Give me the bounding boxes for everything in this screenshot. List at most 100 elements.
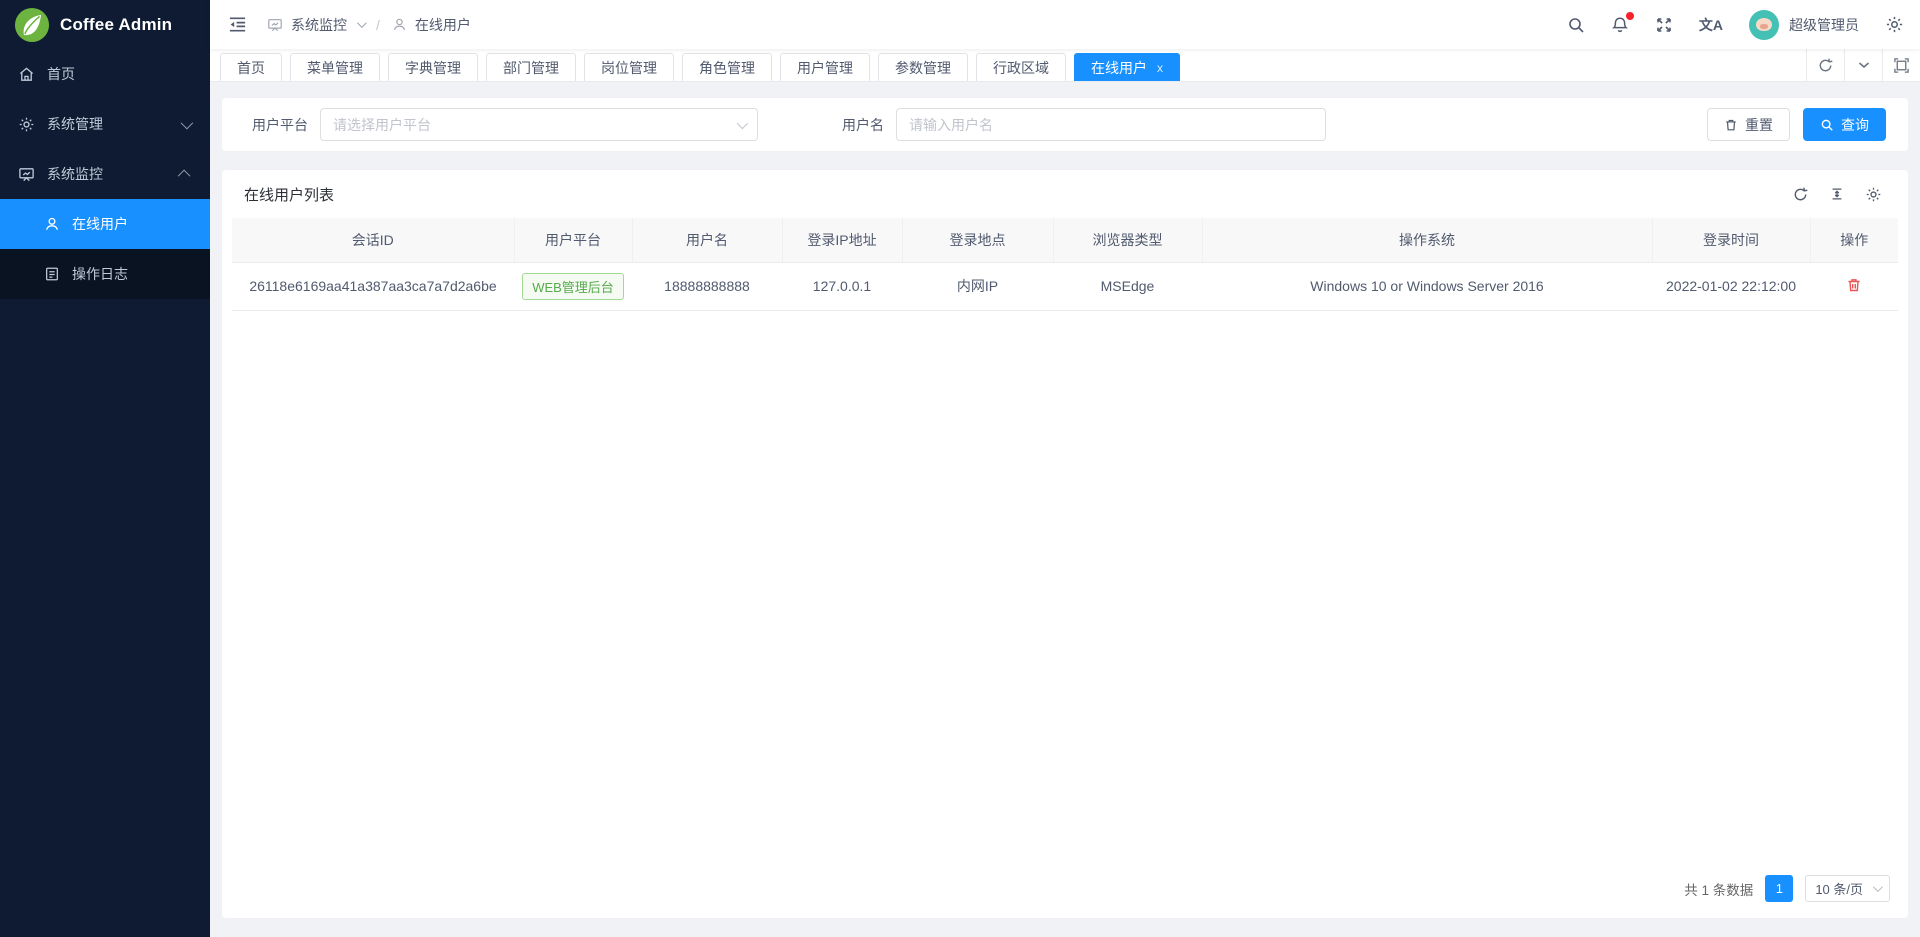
breadcrumb-parent[interactable]: 系统监控	[291, 15, 347, 35]
platform-label: 用户平台	[252, 115, 308, 135]
search-button-label: 查询	[1841, 115, 1869, 135]
col-login-location: 登录地点	[902, 218, 1053, 262]
notification-badge	[1626, 12, 1634, 20]
sidebar-submenu: 在线用户 操作日志	[0, 199, 210, 299]
avatar	[1749, 10, 1779, 40]
online-user-table: 会话ID 用户平台 用户名 登录IP地址 登录地点 浏览器类型 操作系统 登录时…	[222, 218, 1908, 311]
username-label: 用户名	[842, 115, 884, 135]
page-size-select[interactable]: 10 条/页	[1805, 875, 1890, 902]
online-user-list-card: 在线用户列表	[222, 170, 1908, 918]
platform-select-placeholder: 请选择用户平台	[333, 115, 431, 135]
app-title: Coffee Admin	[60, 15, 172, 35]
user-menu[interactable]: 超级管理员	[1749, 10, 1859, 40]
log-icon	[44, 266, 60, 282]
tab-parameter-management[interactable]: 参数管理	[878, 53, 968, 81]
sidebar-item-online-user[interactable]: 在线用户	[0, 199, 210, 249]
settings-gear-icon[interactable]	[1885, 15, 1904, 34]
cell-os: Windows 10 or Windows Server 2016	[1202, 262, 1652, 310]
close-tab-icon[interactable]: x	[1157, 61, 1163, 75]
fullscreen-icon[interactable]	[1655, 16, 1673, 34]
refresh-tabs-icon[interactable]	[1806, 49, 1844, 81]
tab-bar: 首页 菜单管理 字典管理 部门管理 岗位管理 角色管理 用户管理 参数管理 行政…	[210, 49, 1920, 82]
col-os: 操作系统	[1202, 218, 1652, 262]
card-header: 在线用户列表	[222, 170, 1908, 218]
platform-select[interactable]: 请选择用户平台	[320, 108, 758, 141]
main-area: 系统监控 / 在线用户 文A	[210, 0, 1920, 937]
tab-label: 岗位管理	[601, 58, 657, 78]
breadcrumb: 系统监控 / 在线用户	[267, 15, 471, 35]
chevron-up-icon	[178, 169, 191, 182]
translate-icon[interactable]: 文A	[1699, 15, 1723, 35]
tab-administrative-region[interactable]: 行政区域	[976, 53, 1066, 81]
tab-menu-management[interactable]: 菜单管理	[290, 53, 380, 81]
col-username: 用户名	[632, 218, 782, 262]
user-name: 超级管理员	[1789, 15, 1859, 35]
refresh-icon[interactable]	[1792, 186, 1809, 203]
maximize-content-icon[interactable]	[1882, 49, 1920, 81]
table-row: 26118e6169aa41a387aa3ca7a7d2a6be WEB管理后台…	[232, 262, 1898, 310]
sidebar-item-operation-log[interactable]: 操作日志	[0, 249, 210, 299]
column-settings-gear-icon[interactable]	[1865, 186, 1882, 203]
sidebar-item-label: 首页	[47, 64, 190, 84]
search-button[interactable]: 查询	[1803, 108, 1886, 141]
tabs-dropdown-icon[interactable]	[1844, 49, 1882, 81]
collapse-sidebar-icon[interactable]	[228, 15, 247, 34]
breadcrumb-separator: /	[376, 17, 380, 33]
sidebar-item-system-management[interactable]: 系统管理	[0, 99, 210, 149]
sidebar-item-label: 在线用户	[72, 214, 128, 234]
chevron-down-icon	[357, 18, 367, 28]
logo: Coffee Admin	[0, 0, 210, 49]
col-login-time: 登录时间	[1652, 218, 1810, 262]
col-login-ip: 登录IP地址	[782, 218, 902, 262]
cell-username: 18888888888	[632, 262, 782, 310]
col-browser: 浏览器类型	[1053, 218, 1202, 262]
cell-login-location: 内网IP	[902, 262, 1053, 310]
tab-dictionary-management[interactable]: 字典管理	[388, 53, 478, 81]
sidebar-item-system-monitor[interactable]: 系统监控	[0, 149, 210, 199]
header-actions: 文A 超级管理员	[1567, 10, 1904, 40]
pagination: 共 1 条数据 1 10 条/页	[222, 875, 1908, 918]
breadcrumb-current: 在线用户	[415, 15, 471, 35]
trash-icon	[1724, 118, 1738, 132]
tab-label: 字典管理	[405, 58, 461, 78]
username-input[interactable]	[896, 108, 1326, 141]
reset-button[interactable]: 重置	[1707, 108, 1790, 141]
sidebar-item-home[interactable]: 首页	[0, 49, 210, 99]
platform-tag: WEB管理后台	[522, 273, 624, 300]
tab-online-user[interactable]: 在线用户 x	[1074, 53, 1180, 81]
row-density-icon[interactable]	[1829, 186, 1845, 202]
tab-controls	[1806, 49, 1920, 81]
table-header-row: 会话ID 用户平台 用户名 登录IP地址 登录地点 浏览器类型 操作系统 登录时…	[232, 218, 1898, 262]
search-icon[interactable]	[1567, 16, 1585, 34]
tab-post-management[interactable]: 岗位管理	[584, 53, 674, 81]
tab-label: 用户管理	[797, 58, 853, 78]
sidebar-item-label: 系统监控	[47, 164, 169, 184]
content-area: 用户平台 请选择用户平台 用户名 重置	[210, 82, 1920, 937]
cell-session-id: 26118e6169aa41a387aa3ca7a7d2a6be	[232, 262, 514, 310]
col-platform: 用户平台	[514, 218, 632, 262]
tabs: 首页 菜单管理 字典管理 部门管理 岗位管理 角色管理 用户管理 参数管理 行政…	[220, 49, 1180, 81]
tab-department-management[interactable]: 部门管理	[486, 53, 576, 81]
col-session-id: 会话ID	[232, 218, 514, 262]
delete-session-icon[interactable]	[1846, 277, 1862, 293]
leaf-logo-icon	[14, 7, 50, 43]
cell-platform: WEB管理后台	[514, 262, 632, 310]
home-icon	[18, 66, 35, 83]
app-root: Coffee Admin 首页 系统管理 系统监控	[0, 0, 1920, 937]
tab-home[interactable]: 首页	[220, 53, 282, 81]
card-tools	[1792, 186, 1882, 203]
cell-login-ip: 127.0.0.1	[782, 262, 902, 310]
chevron-down-icon	[737, 117, 748, 128]
person-icon	[44, 216, 60, 232]
monitor-icon	[18, 166, 35, 183]
tab-role-management[interactable]: 角色管理	[682, 53, 772, 81]
cell-browser: MSEdge	[1053, 262, 1202, 310]
monitor-icon	[267, 17, 283, 33]
tab-user-management[interactable]: 用户管理	[780, 53, 870, 81]
notifications-bell-icon[interactable]	[1611, 16, 1629, 34]
tab-label: 首页	[237, 58, 265, 78]
tab-label: 参数管理	[895, 58, 951, 78]
page-1-button[interactable]: 1	[1765, 875, 1793, 902]
filter-buttons: 重置 查询	[1707, 108, 1886, 141]
tab-label: 行政区域	[993, 58, 1049, 78]
